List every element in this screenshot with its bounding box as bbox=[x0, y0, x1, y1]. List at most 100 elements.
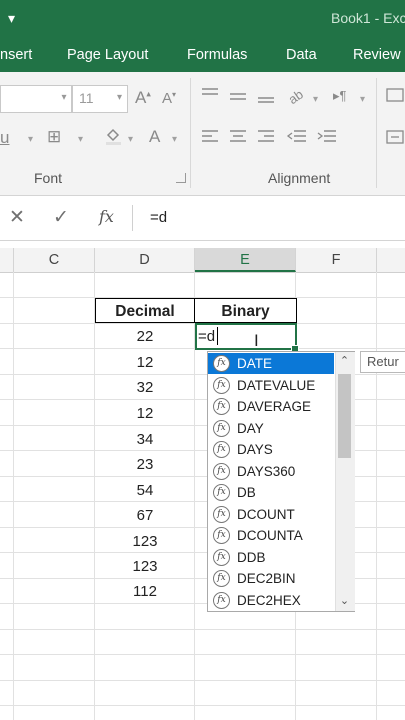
grid-line bbox=[0, 680, 405, 681]
borders-dropdown-icon[interactable]: ▾ bbox=[78, 134, 83, 145]
cancel-icon[interactable]: ✕ bbox=[9, 206, 25, 229]
document-title: Book1 - Exce bbox=[331, 10, 405, 26]
formula-bar-separator bbox=[132, 205, 133, 231]
formula-input[interactable]: =d bbox=[150, 209, 167, 226]
column-header-d[interactable]: D bbox=[95, 248, 195, 272]
fill-color-dropdown-icon[interactable]: ▾ bbox=[128, 134, 133, 145]
alignment-group-label: Alignment bbox=[268, 170, 331, 186]
autocomplete-item[interactable]: fx DDB bbox=[208, 547, 334, 568]
active-cell-text: =d bbox=[198, 328, 216, 345]
scrollbar-thumb[interactable] bbox=[338, 374, 351, 458]
merge-center-icon[interactable] bbox=[385, 128, 405, 151]
font-size-value: 11 bbox=[79, 90, 94, 106]
grid-line bbox=[0, 654, 405, 655]
ribbon-group-separator bbox=[190, 78, 191, 188]
font-name-dropdown-icon[interactable]: ▾ bbox=[57, 86, 71, 110]
decrease-font-size-icon[interactable]: A▾ bbox=[162, 90, 176, 107]
function-icon: fx bbox=[213, 505, 230, 523]
text-caret bbox=[217, 327, 218, 345]
autocomplete-item[interactable]: fx DAYS360 bbox=[208, 461, 334, 482]
font-color-dropdown-icon[interactable]: ▾ bbox=[172, 134, 177, 145]
increase-font-size-icon[interactable]: A▴ bbox=[135, 88, 151, 108]
autocomplete-item[interactable]: fx DB bbox=[208, 482, 334, 503]
tab-data[interactable]: Data bbox=[286, 47, 317, 63]
autocomplete-item[interactable]: fx DEC2HEX bbox=[208, 590, 334, 611]
grid-line bbox=[0, 629, 405, 630]
autocomplete-item[interactable]: fx DATE bbox=[208, 353, 334, 374]
ibeam-cursor-icon: I bbox=[254, 331, 259, 350]
insert-function-icon[interactable]: fx bbox=[99, 207, 114, 226]
ribbon-group-separator-right bbox=[376, 78, 377, 188]
decimal-cell[interactable]: 123 bbox=[95, 558, 195, 575]
decimal-cell[interactable]: 12 bbox=[95, 354, 195, 371]
align-center-icon[interactable] bbox=[228, 128, 248, 151]
font-dialog-launcher-icon[interactable] bbox=[176, 173, 186, 183]
autocomplete-item[interactable]: fx DATEVALUE bbox=[208, 375, 334, 396]
scroll-up-icon[interactable]: ⌃ bbox=[336, 354, 353, 367]
borders-icon[interactable]: ⊞ bbox=[47, 127, 61, 147]
rtl-dropdown-icon[interactable]: ▾ bbox=[360, 94, 365, 105]
function-icon: fx bbox=[213, 441, 230, 458]
scroll-down-icon[interactable]: ⌄ bbox=[336, 594, 353, 607]
wrap-text-icon[interactable] bbox=[385, 86, 405, 109]
function-icon: fx bbox=[213, 355, 230, 372]
function-icon: fx bbox=[213, 462, 230, 480]
orientation-icon[interactable]: ab bbox=[285, 86, 308, 109]
quick-access-dropdown-icon[interactable]: ▾ bbox=[8, 10, 15, 27]
autocomplete-item[interactable]: fx DAYS bbox=[208, 439, 334, 460]
tab-page-layout[interactable]: Page Layout bbox=[67, 47, 148, 63]
tab-formulas[interactable]: Formulas bbox=[187, 47, 247, 63]
column-header-f[interactable]: F bbox=[296, 248, 377, 272]
decimal-header-cell[interactable]: Decimal bbox=[95, 298, 195, 323]
decimal-cell[interactable]: 22 bbox=[95, 328, 195, 345]
font-group-label: Font bbox=[34, 170, 63, 186]
function-tooltip: Retur bbox=[360, 351, 405, 373]
autocomplete-item[interactable]: fx DEC2BIN bbox=[208, 568, 334, 589]
function-icon: fx bbox=[213, 376, 230, 394]
ribbon-tabs: nsert Page Layout Formulas Data Review bbox=[0, 38, 405, 72]
underline-icon[interactable]: u bbox=[0, 128, 9, 148]
function-icon: fx bbox=[213, 398, 230, 415]
font-size-dropdown-icon[interactable]: ▾ bbox=[113, 86, 126, 110]
fill-color-icon[interactable] bbox=[103, 126, 123, 151]
orientation-dropdown-icon[interactable]: ▾ bbox=[313, 94, 318, 105]
autocomplete-item[interactable]: fx DCOUNTA bbox=[208, 525, 334, 546]
align-bottom-icon[interactable] bbox=[256, 86, 276, 109]
decimal-cell[interactable]: 32 bbox=[95, 379, 195, 396]
enter-check-icon[interactable]: ✓ bbox=[53, 206, 69, 229]
align-top-icon[interactable] bbox=[200, 86, 220, 109]
function-icon: fx bbox=[213, 548, 230, 566]
font-color-icon[interactable]: A bbox=[149, 127, 160, 147]
autocomplete-item[interactable]: fx DCOUNT bbox=[208, 504, 334, 525]
decimal-cell[interactable]: 23 bbox=[95, 456, 195, 473]
function-icon: fx bbox=[213, 570, 230, 587]
decimal-cell[interactable]: 12 bbox=[95, 405, 195, 422]
function-icon: fx bbox=[213, 591, 230, 609]
grid-line bbox=[13, 272, 14, 720]
function-icon: fx bbox=[213, 527, 230, 544]
align-right-icon[interactable] bbox=[256, 128, 276, 151]
autocomplete-item[interactable]: fx DAY bbox=[208, 418, 334, 439]
decimal-cell[interactable]: 67 bbox=[95, 507, 195, 524]
column-header-c[interactable]: C bbox=[14, 248, 95, 272]
tab-insert[interactable]: nsert bbox=[0, 47, 32, 63]
binary-header-cell[interactable]: Binary bbox=[194, 298, 297, 323]
increase-indent-icon[interactable] bbox=[316, 128, 338, 151]
decrease-indent-icon[interactable] bbox=[286, 128, 308, 151]
underline-dropdown-icon[interactable]: ▾ bbox=[28, 134, 33, 145]
autocomplete-item[interactable]: fx DAVERAGE bbox=[208, 396, 334, 417]
align-left-icon[interactable] bbox=[200, 128, 220, 151]
decimal-cell[interactable]: 123 bbox=[95, 533, 195, 550]
decimal-cell[interactable]: 112 bbox=[95, 583, 195, 600]
column-header-b[interactable] bbox=[0, 248, 14, 272]
grid-line bbox=[376, 272, 377, 720]
svg-text:ab: ab bbox=[286, 87, 306, 104]
tab-review[interactable]: Review bbox=[353, 47, 401, 63]
function-icon: fx bbox=[213, 484, 230, 501]
rtl-icon[interactable]: ▸¶ bbox=[333, 88, 347, 104]
decimal-cell[interactable]: 34 bbox=[95, 431, 195, 448]
decimal-cell[interactable]: 54 bbox=[95, 482, 195, 499]
align-middle-icon[interactable] bbox=[228, 86, 248, 109]
column-header-e[interactable]: E bbox=[195, 248, 296, 272]
grid-line bbox=[0, 705, 405, 706]
